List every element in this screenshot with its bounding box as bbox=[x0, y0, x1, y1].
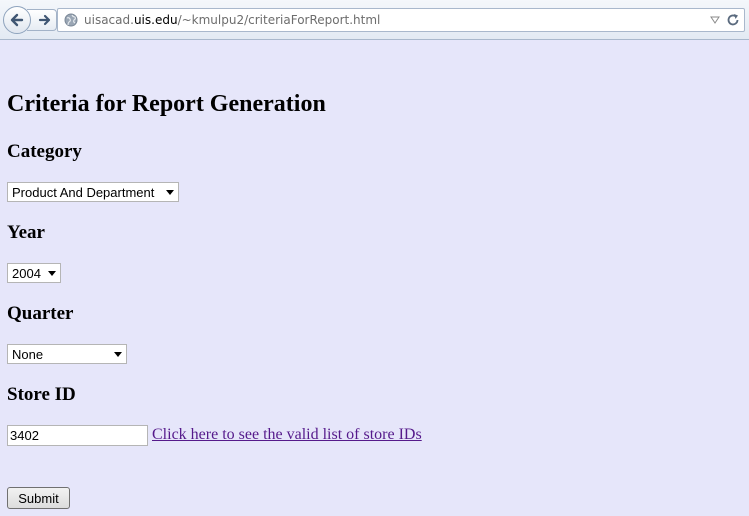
store-id-label: Store ID bbox=[7, 384, 76, 405]
page-title: Criteria for Report Generation bbox=[7, 91, 326, 117]
globe-icon bbox=[64, 13, 78, 27]
url-path: /~kmulpu2/criteriaForReport.html bbox=[177, 13, 381, 27]
store-ids-link[interactable]: Click here to see the valid list of stor… bbox=[152, 426, 422, 444]
category-label: Category bbox=[7, 141, 82, 162]
navigation-buttons bbox=[3, 6, 57, 34]
back-arrow-icon bbox=[10, 13, 24, 27]
select-dropdown-icon bbox=[166, 190, 174, 195]
category-select-value: Product And Department bbox=[12, 184, 155, 200]
select-dropdown-icon bbox=[114, 352, 122, 357]
forward-button[interactable] bbox=[27, 9, 57, 31]
back-button[interactable] bbox=[3, 6, 31, 34]
address-bar[interactable]: uisacad. uis.edu/~kmulpu2/criteriaForRepo… bbox=[57, 8, 745, 32]
quarter-label: Quarter bbox=[7, 303, 74, 324]
quarter-select[interactable]: None bbox=[7, 344, 127, 364]
url-prefix: uisacad. bbox=[84, 13, 134, 27]
year-select[interactable]: 2004 bbox=[7, 263, 61, 283]
year-select-value: 2004 bbox=[12, 265, 41, 281]
reload-icon[interactable] bbox=[726, 13, 740, 27]
year-label: Year bbox=[7, 222, 45, 243]
forward-arrow-icon bbox=[38, 14, 50, 26]
browser-toolbar: uisacad. uis.edu/~kmulpu2/criteriaForRepo… bbox=[0, 0, 749, 40]
store-id-input[interactable] bbox=[7, 425, 148, 446]
quarter-select-value: None bbox=[12, 346, 44, 362]
address-bar-actions bbox=[710, 11, 740, 29]
category-select[interactable]: Product And Department bbox=[7, 182, 179, 202]
submit-button[interactable]: Submit bbox=[7, 487, 70, 509]
url-domain: uis.edu bbox=[133, 13, 178, 27]
bookmark-dropdown-icon[interactable] bbox=[710, 16, 720, 24]
select-dropdown-icon bbox=[48, 271, 56, 276]
